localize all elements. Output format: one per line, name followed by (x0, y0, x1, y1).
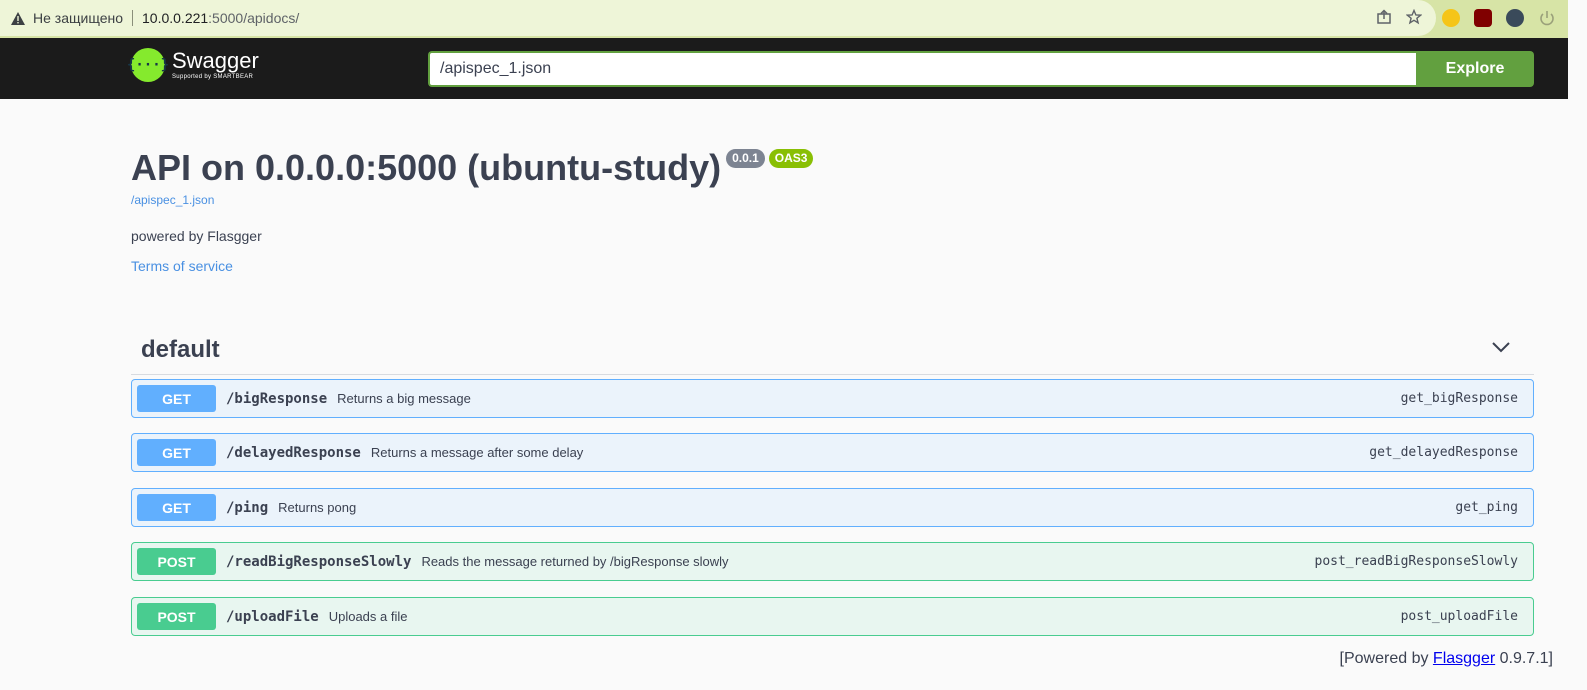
tag-name: default (141, 336, 220, 363)
operation-path: /bigResponse (226, 390, 328, 407)
spec-url-input[interactable] (428, 51, 1416, 87)
chevron-down-icon[interactable] (1492, 340, 1510, 358)
ublock-extension-icon[interactable] (1474, 9, 1492, 27)
operation-path: /readBigResponseSlowly (226, 553, 412, 570)
method-badge: GET (137, 494, 216, 521)
operation-path: /ping (226, 499, 269, 516)
operation-post-readBigResponseSlowly[interactable]: POST /readBigResponseSlowly Reads the me… (131, 542, 1534, 581)
operation-summary: Reads the message returned by /bigRespon… (421, 554, 729, 569)
url-path[interactable]: :5000/apidocs/ (208, 10, 299, 26)
operation-summary: Uploads a file (328, 609, 408, 624)
operation-id: post_readBigResponseSlowly (1314, 554, 1519, 569)
tag-section-header[interactable]: default (131, 326, 1534, 375)
operation-id: get_ping (1455, 500, 1518, 515)
operation-summary: Returns a big message (337, 391, 471, 406)
method-badge: POST (137, 548, 216, 575)
page-title: API on 0.0.0.0:5000 (ubuntu-study) (131, 147, 722, 188)
operation-get-delayedResponse[interactable]: GET /delayedResponse Returns a message a… (131, 433, 1534, 472)
method-badge: GET (137, 439, 216, 466)
divider (132, 10, 133, 26)
operation-summary: Returns pong (278, 500, 357, 515)
operation-get-bigResponse[interactable]: GET /bigResponse Returns a big message g… (131, 379, 1534, 418)
footer-prefix: [Powered by (1339, 650, 1433, 667)
swagger-logo[interactable]: {···} Swagger Supported by SMARTBEAR (127, 48, 259, 82)
version-badge: 0.0.1 (726, 149, 765, 168)
security-status[interactable]: Не защищено (33, 10, 123, 26)
warning-icon[interactable] (10, 10, 26, 26)
operation-get-ping[interactable]: GET /ping Returns pong get_ping (131, 488, 1534, 527)
swagger-topbar: {···} Swagger Supported by SMARTBEAR Exp… (0, 38, 1568, 99)
api-title-row: API on 0.0.0.0:5000 (ubuntu-study) 0.0.1… (131, 147, 814, 189)
operation-id: get_delayedResponse (1369, 445, 1518, 460)
address-bar[interactable]: Не защищено 10.0.0.221:5000/apidocs/ (0, 0, 1436, 36)
api-description: powered by Flasgger (131, 228, 262, 244)
browser-toolbar: Не защищено 10.0.0.221:5000/apidocs/ (0, 0, 1568, 38)
share-icon[interactable] (1376, 9, 1392, 30)
flasgger-link[interactable]: Flasgger (1433, 650, 1495, 667)
logo-name: Swagger (172, 48, 259, 73)
footer-version: 0.9.7.1] (1495, 650, 1553, 667)
operation-path: /uploadFile (226, 608, 319, 625)
bookmark-star-icon[interactable] (1405, 8, 1423, 30)
url-host[interactable]: 10.0.0.221 (142, 10, 208, 26)
ghostery-extension-icon[interactable] (1506, 9, 1524, 27)
power-icon[interactable] (1538, 9, 1556, 27)
operation-id: get_bigResponse (1400, 391, 1518, 406)
method-badge: POST (137, 603, 216, 630)
swagger-logo-icon: {···} (127, 48, 169, 82)
operation-path: /delayedResponse (226, 444, 361, 461)
oas-badge: OAS3 (768, 149, 814, 168)
operation-id: post_uploadFile (1400, 609, 1518, 624)
logo-subtitle: Supported by SMARTBEAR (172, 74, 254, 80)
operation-summary: Returns a message after some delay (370, 445, 584, 460)
powered-by-footer: [Powered by Flasgger 0.9.7.1] (1340, 650, 1553, 668)
terms-of-service-link[interactable]: Terms of service (131, 258, 233, 274)
method-badge: GET (137, 385, 216, 412)
spec-link[interactable]: /apispec_1.json (131, 193, 214, 207)
explore-button[interactable]: Explore (1416, 51, 1534, 87)
lightbulb-extension-icon[interactable] (1442, 9, 1460, 27)
operation-post-uploadFile[interactable]: POST /uploadFile Uploads a file post_upl… (131, 597, 1534, 636)
